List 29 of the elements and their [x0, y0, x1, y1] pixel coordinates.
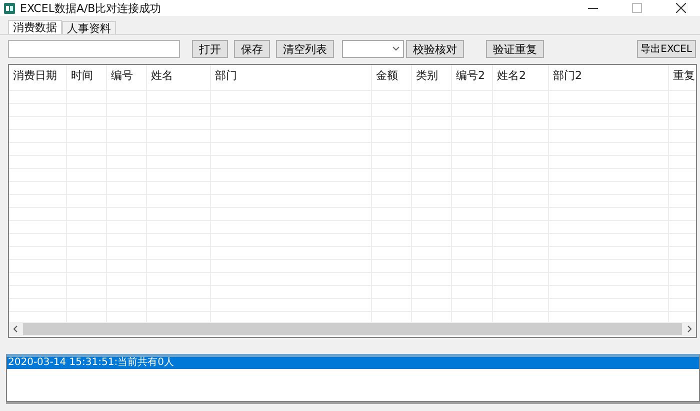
- close-icon[interactable]: [676, 3, 686, 13]
- window-title: EXCEL数据A/B比对连接成功: [20, 0, 162, 16]
- scroll-thumb[interactable]: [23, 323, 682, 335]
- column-header[interactable]: 编号: [107, 65, 146, 87]
- tab[interactable]: 人事资料: [62, 21, 116, 34]
- scroll-left-icon[interactable]: [12, 325, 20, 333]
- app-icon: [4, 2, 15, 14]
- log-entry[interactable]: 2020-03-14 15:31:51:当前共有0人: [7, 357, 699, 369]
- tab[interactable]: 消费数据: [8, 20, 62, 34]
- column-header[interactable]: 部门: [211, 65, 371, 87]
- toolbar-button[interactable]: 保存: [234, 40, 270, 58]
- check-button[interactable]: 校验核对: [406, 40, 464, 58]
- horizontal-scrollbar[interactable]: [9, 322, 696, 336]
- toolbar-button[interactable]: 清空列表: [276, 40, 334, 58]
- caret-icon[interactable]: [392, 46, 400, 52]
- verify-button[interactable]: 验证重复: [486, 40, 544, 58]
- column-header[interactable]: 姓名2: [493, 65, 548, 87]
- column-header[interactable]: 姓名: [147, 65, 210, 87]
- column-header[interactable]: 金额: [372, 65, 411, 87]
- column-header[interactable]: 部门2: [549, 65, 668, 87]
- export-button[interactable]: 导出EXCEL: [636, 40, 696, 58]
- toolbar-button[interactable]: 打开: [192, 40, 228, 58]
- column-header[interactable]: 类别: [412, 65, 451, 87]
- file-path-field[interactable]: [8, 40, 180, 58]
- column-header[interactable]: 消费日期: [9, 65, 66, 87]
- scroll-right-icon[interactable]: [685, 325, 693, 333]
- column-header[interactable]: 重复: [669, 65, 696, 87]
- column-header[interactable]: 时间: [67, 65, 106, 87]
- column-header[interactable]: 编号2: [452, 65, 492, 87]
